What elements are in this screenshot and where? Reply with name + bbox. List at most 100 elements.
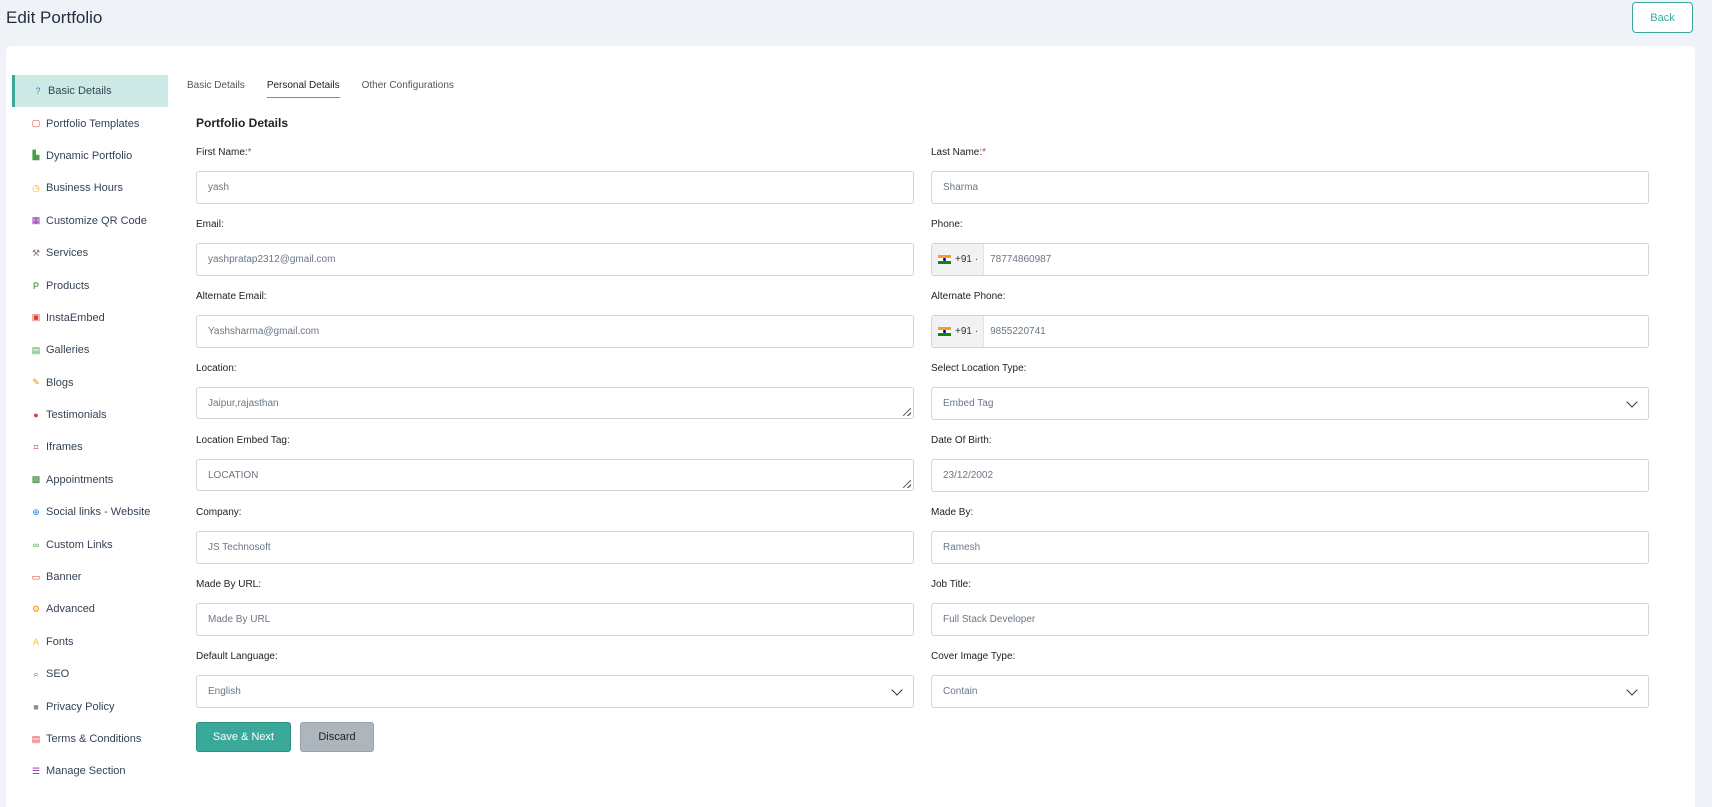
location-embed-value: LOCATION — [208, 469, 259, 481]
sidebar-item-label: Services — [46, 247, 89, 260]
blog-icon: ✎ — [32, 377, 40, 388]
section-title: Portfolio Details — [196, 116, 289, 130]
job-title-label: Job Title: — [931, 579, 972, 590]
email-field[interactable]: yashpratap2312@gmail.com — [196, 243, 914, 276]
sidebar-item-advanced[interactable]: ⚙ Advanced — [12, 593, 168, 625]
company-label: Company: — [196, 507, 242, 518]
alt-email-field[interactable]: Yashsharma@gmail.com — [196, 315, 914, 348]
sidebar-item-business-hours[interactable]: ◷ Business Hours — [12, 172, 168, 204]
resize-handle-icon[interactable] — [903, 480, 911, 488]
sidebar-item-label: Fonts — [46, 635, 74, 648]
lock-icon: ■ — [33, 701, 39, 712]
wrench-icon: ⚒ — [31, 247, 41, 258]
made-by-url-field[interactable]: Made By URL — [196, 603, 914, 636]
sidebar-item-label: Custom Links — [46, 538, 113, 551]
link-icon: ∞ — [32, 539, 40, 550]
sidebar-item-label: Privacy Policy — [46, 700, 115, 713]
country-code-selector[interactable]: +91 · — [932, 244, 985, 275]
dob-label: Date Of Birth: — [931, 435, 992, 446]
help-circle-icon: ? — [35, 86, 41, 97]
job-title-field[interactable]: Full Stack Developer — [931, 603, 1649, 636]
banner-icon: ▭ — [31, 571, 41, 582]
first-name-label: First Name:* — [196, 147, 252, 158]
alt-email-label: Alternate Email: — [196, 291, 267, 302]
sidebar-item-services[interactable]: ⚒ Services — [12, 237, 168, 269]
sidebar-item-custom-links[interactable]: ∞ Custom Links — [12, 528, 168, 560]
tab-basic-details[interactable]: Basic Details — [187, 80, 245, 98]
alt-phone-label: Alternate Phone: — [931, 291, 1006, 302]
sidebar-item-label: Appointments — [46, 473, 114, 486]
made-by-label: Made By: — [931, 507, 974, 518]
made-by-group: Made By: Ramesh — [931, 507, 1649, 564]
tab-other-configurations[interactable]: Other Configurations — [362, 80, 454, 98]
save-next-button[interactable]: Save & Next — [196, 722, 291, 752]
sidebar-item-instaembed[interactable]: ▣ InstaEmbed — [12, 302, 168, 334]
email-label: Email: — [196, 219, 224, 230]
sidebar-item-label: SEO — [46, 668, 70, 681]
dob-field[interactable]: 23/12/2002 — [931, 459, 1649, 492]
made-by-url-label: Made By URL: — [196, 579, 262, 590]
sidebar-item-label: InstaEmbed — [46, 311, 105, 324]
sidebar-item-customize-qr-code[interactable]: ▦ Customize QR Code — [12, 205, 168, 237]
cover-image-type-select[interactable]: Contain — [931, 675, 1649, 708]
sidebar-item-fonts[interactable]: A Fonts — [12, 626, 168, 658]
sidebar-item-privacy-policy[interactable]: ■ Privacy Policy — [12, 690, 168, 722]
discard-button[interactable]: Discard — [300, 722, 374, 752]
location-value: Jaipur,rajasthan — [208, 397, 279, 409]
tab-personal-details[interactable]: Personal Details — [266, 80, 340, 98]
location-type-group: Select Location Type: Embed Tag — [931, 363, 1649, 420]
last-name-input[interactable]: Sharma — [931, 171, 1649, 204]
back-button[interactable]: Back — [1632, 2, 1693, 33]
clock-icon: ◷ — [32, 182, 40, 193]
sidebar-item-products[interactable]: P Products — [12, 269, 168, 301]
sidebar-item-label: Social links - Website — [46, 506, 151, 519]
sidebar-item-banner[interactable]: ▭ Banner — [12, 561, 168, 593]
font-icon: A — [32, 636, 39, 647]
sidebar-item-seo[interactable]: ⌕ SEO — [12, 658, 168, 690]
default-language-select[interactable]: English — [196, 675, 914, 708]
first-name-group: First Name:* yash — [196, 147, 914, 204]
sidebar: ? Basic Details ▢ Portfolio Templates ▙ Dynam… — [12, 75, 168, 788]
country-code: +91 — [955, 254, 972, 265]
sidebar-item-terms-conditions[interactable]: ▤ Terms & Conditions — [12, 723, 168, 755]
india-flag-icon — [938, 255, 951, 264]
sidebar-item-label: Terms & Conditions — [46, 733, 142, 745]
gallery-icon: ▤ — [31, 344, 41, 355]
first-name-input[interactable]: yash — [196, 171, 914, 204]
location-type-select[interactable]: Embed Tag — [931, 387, 1649, 420]
cover-image-type-group: Cover Image Type: Contain — [931, 651, 1649, 708]
resize-handle-icon[interactable] — [903, 408, 911, 416]
calendar-icon: ▩ — [31, 474, 41, 485]
alt-email-group: Alternate Email: Yashsharma@gmail.com — [196, 291, 914, 348]
company-field[interactable]: JS Technosoft — [196, 531, 914, 564]
made-by-url-group: Made By URL: Made By URL — [196, 579, 914, 636]
tab-bar: Basic Details Personal Details Other Con… — [187, 80, 476, 98]
job-title-group: Job Title: Full Stack Developer — [931, 579, 1649, 636]
sidebar-item-testimonials[interactable]: ● Testimonials — [12, 399, 168, 431]
alt-phone-field[interactable]: +91 · 9855220741 — [931, 315, 1649, 348]
sidebar-item-blogs[interactable]: ✎ Blogs — [12, 367, 168, 399]
sidebar-item-label: Galleries — [46, 344, 90, 357]
sidebar-item-social-links-website[interactable]: ⊕ Social links - Website — [12, 496, 168, 528]
sidebar-item-galleries[interactable]: ▤ Galleries — [12, 334, 168, 366]
sidebar-item-appointments[interactable]: ▩ Appointments — [12, 464, 168, 496]
alt-phone-group: Alternate Phone: +91 · 9855220741 — [931, 291, 1649, 348]
last-name-label: Last Name:* — [931, 147, 987, 158]
sidebar-item-manage-section[interactable]: ☰ Manage Section — [12, 755, 168, 787]
sidebar-item-portfolio-templates[interactable]: ▢ Portfolio Templates — [12, 107, 168, 139]
globe-icon: ⊕ — [32, 506, 40, 517]
made-by-field[interactable]: Ramesh — [931, 531, 1649, 564]
phone-label: Phone: — [931, 219, 963, 230]
sidebar-item-label: Products — [46, 279, 90, 292]
location-textarea[interactable]: Jaipur,rajasthan — [196, 387, 914, 419]
sidebar-item-iframes[interactable]: ⌗ Iframes — [12, 431, 168, 463]
location-embed-textarea[interactable]: LOCATION — [196, 459, 914, 491]
location-type-value: Embed Tag — [943, 398, 994, 409]
phone-field[interactable]: +91 · 78774860987 — [931, 243, 1649, 276]
sidebar-item-dynamic-portfolio[interactable]: ▙ Dynamic Portfolio — [12, 140, 168, 172]
alt-country-code-selector[interactable]: +91 · — [932, 316, 985, 347]
sidebar-item-basic-details[interactable]: ? Basic Details — [12, 75, 168, 108]
alt-country-code: +91 — [955, 326, 972, 337]
sidebar-item-label: Blogs — [46, 376, 74, 389]
location-embed-label: Location Embed Tag: — [196, 435, 290, 446]
